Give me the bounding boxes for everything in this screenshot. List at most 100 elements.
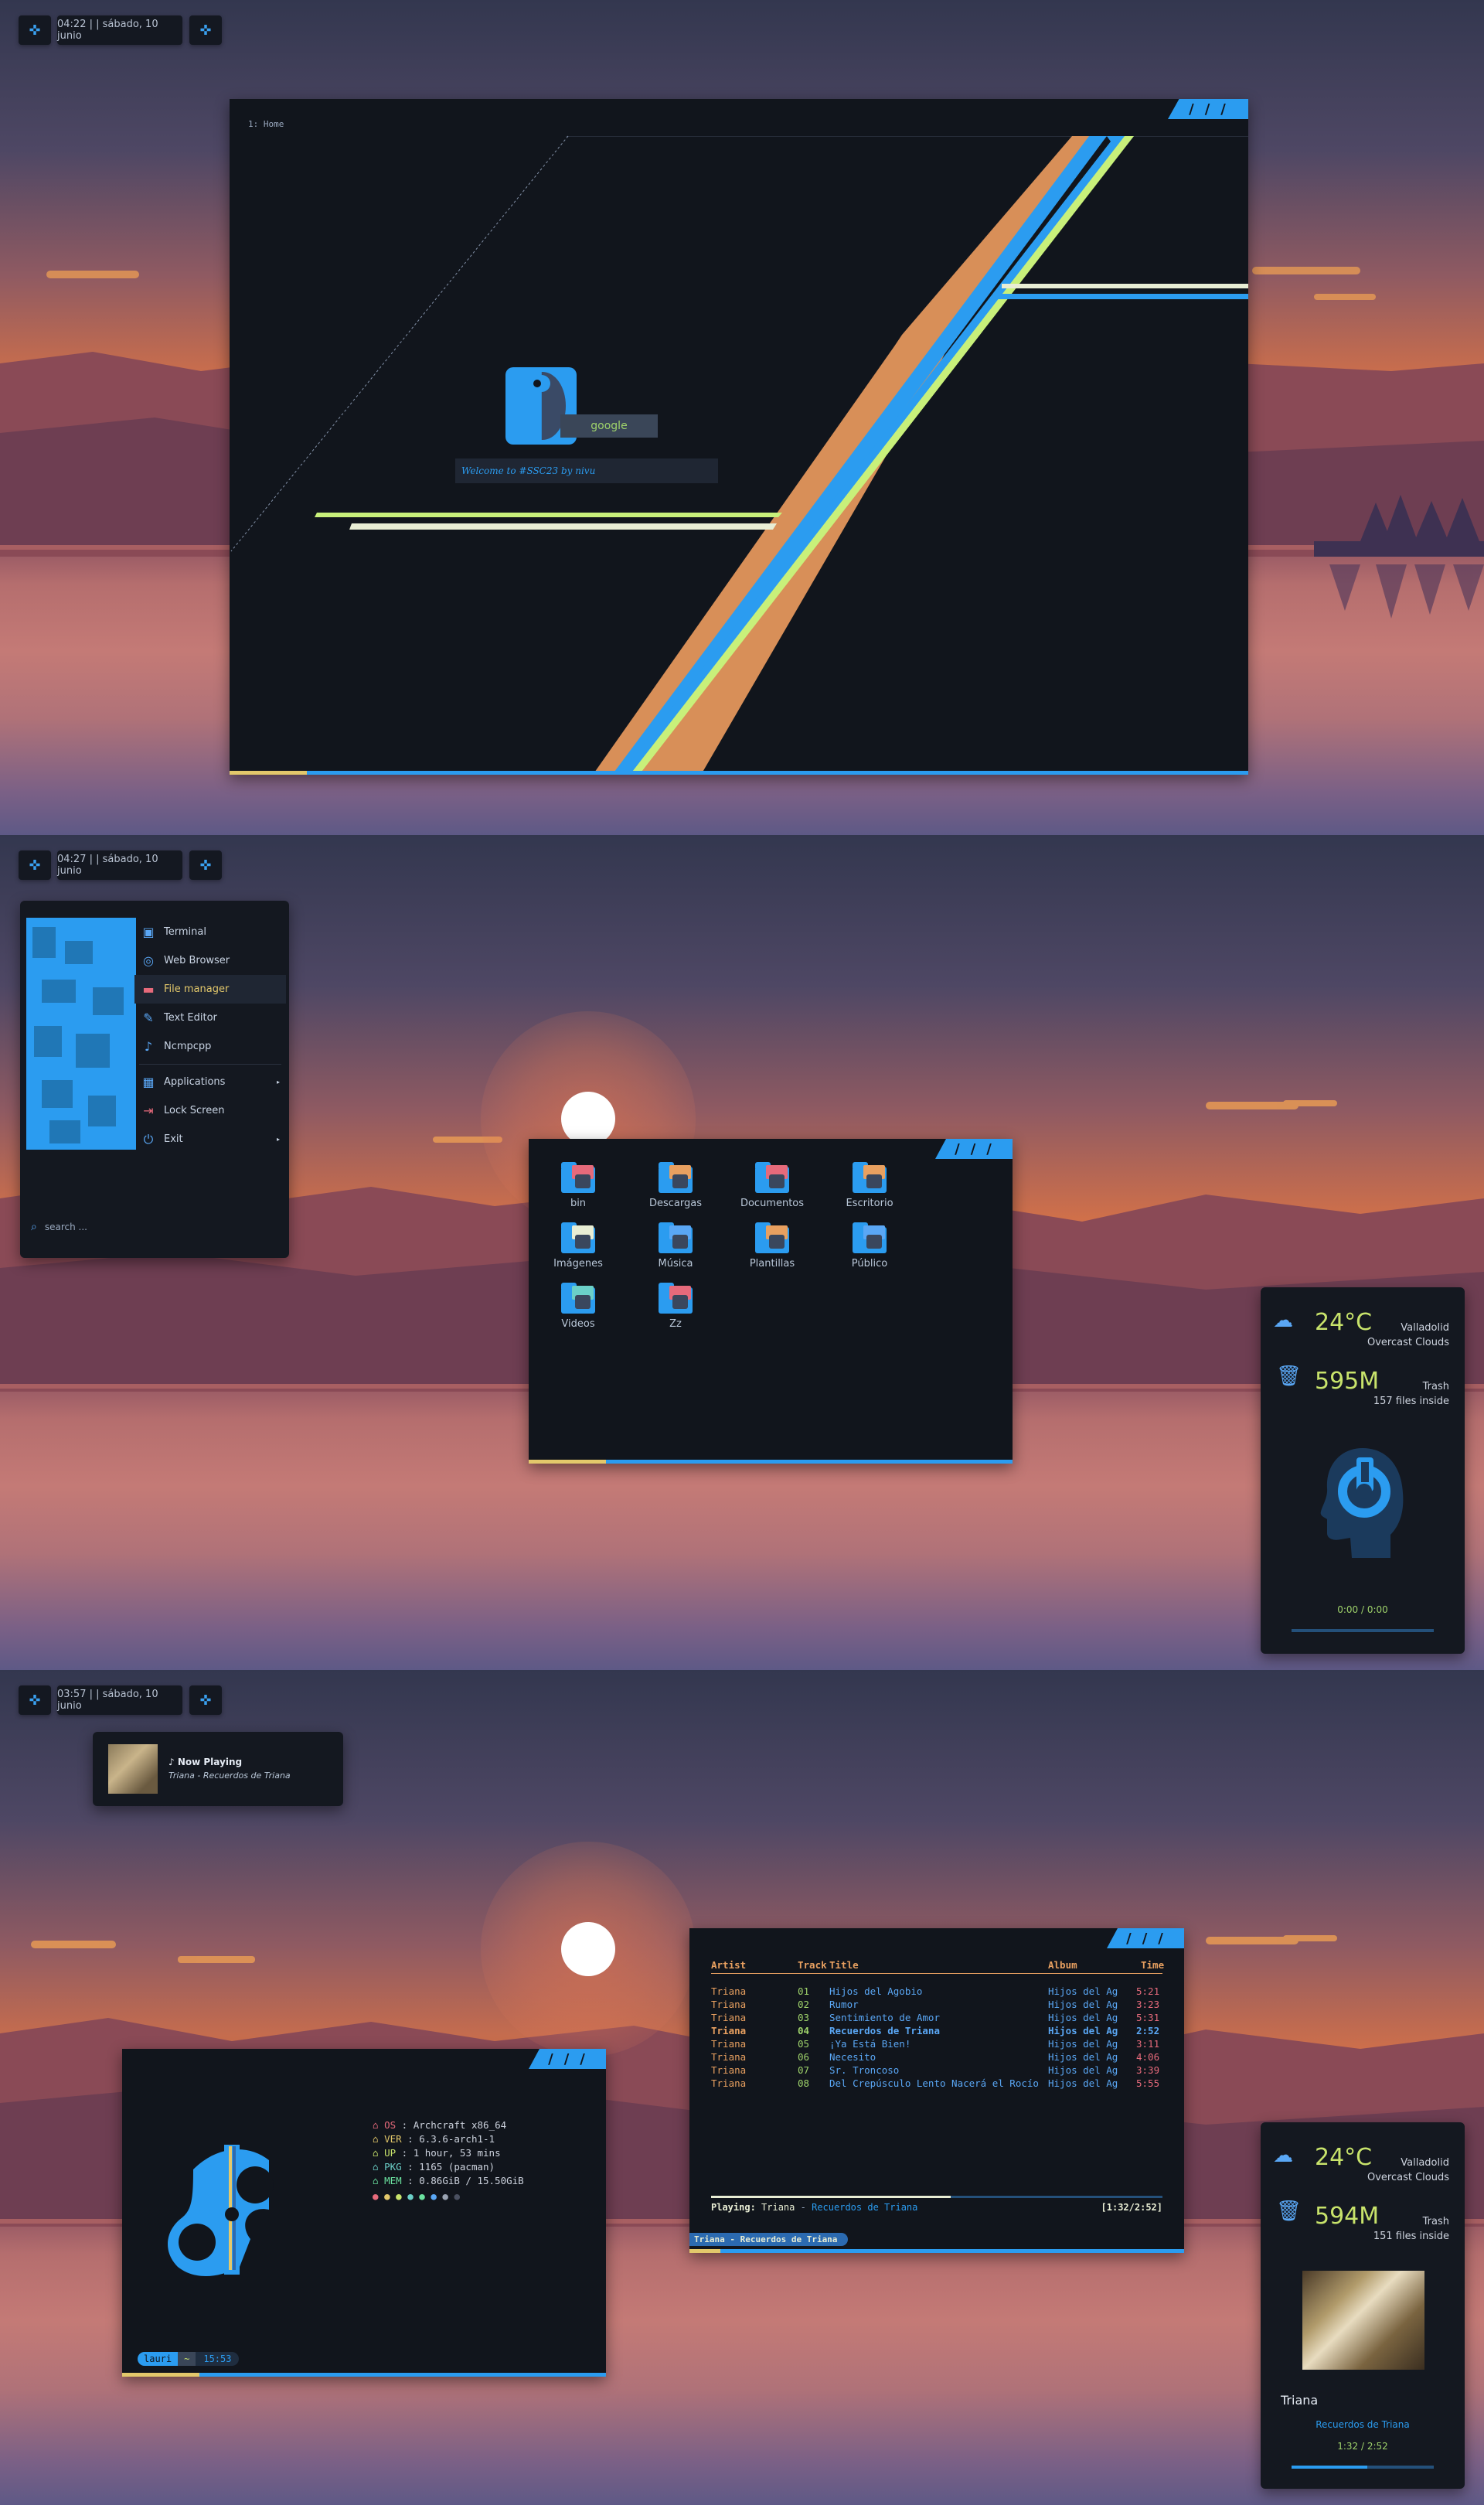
folder-item[interactable]: Plantillas — [733, 1222, 811, 1270]
column-header: Title — [829, 1959, 859, 1971]
menu-label: Lock Screen — [164, 1105, 225, 1116]
sysinfo-key: UP — [384, 2147, 397, 2159]
playlist-cell: 3:39 — [1136, 2064, 1160, 2076]
playlist-cell: Triana — [711, 1999, 747, 2010]
playing-sep: - — [800, 2202, 806, 2213]
launcher-search[interactable]: ⌕ search ... — [26, 1210, 283, 1244]
now-playing-notification[interactable]: ♪ Now Playing Triana - Recuerdos de Tria… — [93, 1732, 343, 1806]
settings-button[interactable]: ✜ — [189, 850, 222, 880]
apps-button[interactable]: ✜ — [19, 15, 51, 45]
launcher-menu: ▣ Terminal ◎ Web Browser ▬ File manager ✎ Te… — [134, 918, 286, 1154]
playlist-cell: Hijos del Ag — [1048, 2025, 1118, 2036]
desktop-3: ✜ 03:57 | | sábado, 10 junio ✜ ♪ Now Pla… — [0, 1670, 1484, 2505]
welcome-input[interactable]: Welcome to #SSC23 by nivu — [455, 458, 718, 483]
folder-item[interactable]: Zz — [637, 1283, 714, 1330]
shell-prompt: lauri ~ 15:53 — [138, 2352, 240, 2366]
playlist-cell: Recuerdos de Triana — [829, 2025, 940, 2036]
folder-item[interactable]: bin — [539, 1162, 617, 1209]
apps-button[interactable]: ✜ — [19, 850, 51, 880]
playlist-cell: 07 — [798, 2064, 810, 2076]
menu-terminal[interactable]: ▣ Terminal — [134, 918, 286, 946]
column-header: Track — [798, 1959, 827, 1971]
palette-dot: ● — [419, 2190, 431, 2202]
folder-item[interactable]: Público — [831, 1222, 908, 1270]
menu-text-editor[interactable]: ✎ Text Editor — [134, 1004, 286, 1032]
headphones-head-icon — [1320, 1448, 1404, 1558]
settings-button[interactable]: ✜ — [189, 1685, 222, 1715]
playlist-cell: Sentimiento de Amor — [829, 2012, 940, 2023]
settings-button[interactable]: ✜ — [189, 15, 222, 45]
search-placeholder: search ... — [44, 1222, 87, 1232]
track-progress[interactable] — [711, 2196, 1162, 2198]
folder-item[interactable]: Imágenes — [539, 1222, 617, 1270]
trash-icon[interactable]: 🗑 — [1276, 2200, 1302, 2223]
folder-icon: ▬ — [142, 982, 155, 997]
player-progress[interactable] — [1292, 1629, 1434, 1632]
window-footer — [689, 2249, 1184, 2253]
folder-item[interactable]: Escritorio — [831, 1162, 908, 1209]
playlist-cell: 5:55 — [1136, 2077, 1160, 2089]
palette-dot: ● — [454, 2190, 460, 2202]
elapsed-time: [1:32/2:52] — [1101, 2202, 1162, 2213]
window-controls[interactable]: / / / — [1107, 1928, 1184, 1948]
playlist-cell: 2:52 — [1136, 2025, 1160, 2036]
menu-lock-screen[interactable]: ⇥ Lock Screen — [134, 1096, 286, 1125]
player-time: 1:32 / 2:52 — [1337, 2441, 1388, 2452]
menu-label: File manager — [164, 983, 230, 995]
playing-status: Playing: Triana - Recuerdos de Triana [1… — [711, 2202, 1162, 2213]
city: Valladolid — [1401, 2157, 1449, 2169]
folder-label: Videos — [561, 1318, 595, 1330]
folder-label: Plantillas — [749, 1258, 795, 1270]
folder-icon — [755, 1222, 789, 1253]
playlist-cell: 01 — [798, 1985, 810, 1997]
palette-dot: ● — [442, 2190, 454, 2202]
folder-item[interactable]: Videos — [539, 1283, 617, 1330]
sysinfo-bullet-icon: ⌂ — [373, 2147, 385, 2159]
folder-label: Escritorio — [846, 1198, 893, 1209]
menu-applications[interactable]: ▦ Applications ▸ — [134, 1068, 286, 1096]
terminal-icon: ▣ — [142, 925, 155, 939]
menu-exit[interactable]: ⏻ Exit ▸ — [134, 1125, 286, 1154]
folder-item[interactable]: Música — [637, 1222, 714, 1270]
system-info: ⌂ OS : Archcraft x86_64 ⌂ VER : 6.3.6-arc… — [373, 2118, 524, 2203]
trash-info: Trash 157 files inside — [1373, 1380, 1449, 1409]
playing-artist: Triana — [761, 2202, 795, 2213]
folder-item[interactable]: Documentos — [733, 1162, 811, 1209]
playlist-cell: 02 — [798, 1999, 810, 2010]
globe-icon: ◎ — [143, 953, 154, 968]
window-footer — [122, 2373, 606, 2377]
trash-icon[interactable]: 🗑 — [1276, 1365, 1302, 1388]
info-sidebar: ☁ 24°C Valladolid Overcast Clouds 🗑 595M… — [1261, 1287, 1465, 1654]
playing-title: Recuerdos de Triana — [812, 2202, 918, 2213]
player-time: 0:00 / 0:00 — [1337, 1604, 1388, 1615]
playlist-cell: Hijos del Ag — [1048, 2038, 1118, 2050]
menu-web-browser[interactable]: ◎ Web Browser — [134, 946, 286, 975]
menu-file-manager[interactable]: ▬ File manager — [134, 975, 286, 1004]
menu-ncmpcpp[interactable]: ♪ Ncmpcpp — [134, 1032, 286, 1061]
window-controls[interactable]: / / / — [529, 2049, 606, 2069]
sysinfo-value: : 1 hour, 53 mins — [401, 2147, 501, 2159]
google-button[interactable]: google — [560, 414, 658, 438]
now-playing-title: ♪ Now Playing — [168, 1757, 243, 1767]
player-progress[interactable] — [1292, 2466, 1434, 2469]
palette-dot: ● — [407, 2190, 420, 2202]
folder-icon — [561, 1162, 595, 1193]
playlist-cell: 3:11 — [1136, 2038, 1160, 2050]
palette-dot: ● — [396, 2190, 408, 2202]
column-header: Time — [1141, 1959, 1165, 1971]
trash-size: 594M — [1315, 2203, 1380, 2230]
apps-button[interactable]: ✜ — [19, 1685, 51, 1715]
folder-item[interactable]: Descargas — [637, 1162, 714, 1209]
desktop-1: ✜ 04:22 | | sábado, 10 junio ✜ / // 1: Ho… — [0, 0, 1484, 835]
trash-size: 595M — [1315, 1368, 1380, 1395]
weather-info: Valladolid Overcast Clouds — [1367, 1321, 1449, 1351]
file-manager-window: / / / bin Descargas Documentos Escritorio Imág… — [529, 1139, 1013, 1464]
playlist-cell: Hijos del Ag — [1048, 1999, 1118, 2010]
menu-label: Ncmpcpp — [164, 1041, 212, 1052]
menu-label: Text Editor — [164, 1012, 217, 1024]
window-controls[interactable]: / / / — [935, 1139, 1013, 1159]
weather-desc: Overcast Clouds — [1367, 2171, 1449, 2183]
prompt-user: lauri — [138, 2352, 179, 2366]
playlist-cell: Triana — [711, 2077, 747, 2089]
menu-label: Web Browser — [164, 955, 230, 966]
